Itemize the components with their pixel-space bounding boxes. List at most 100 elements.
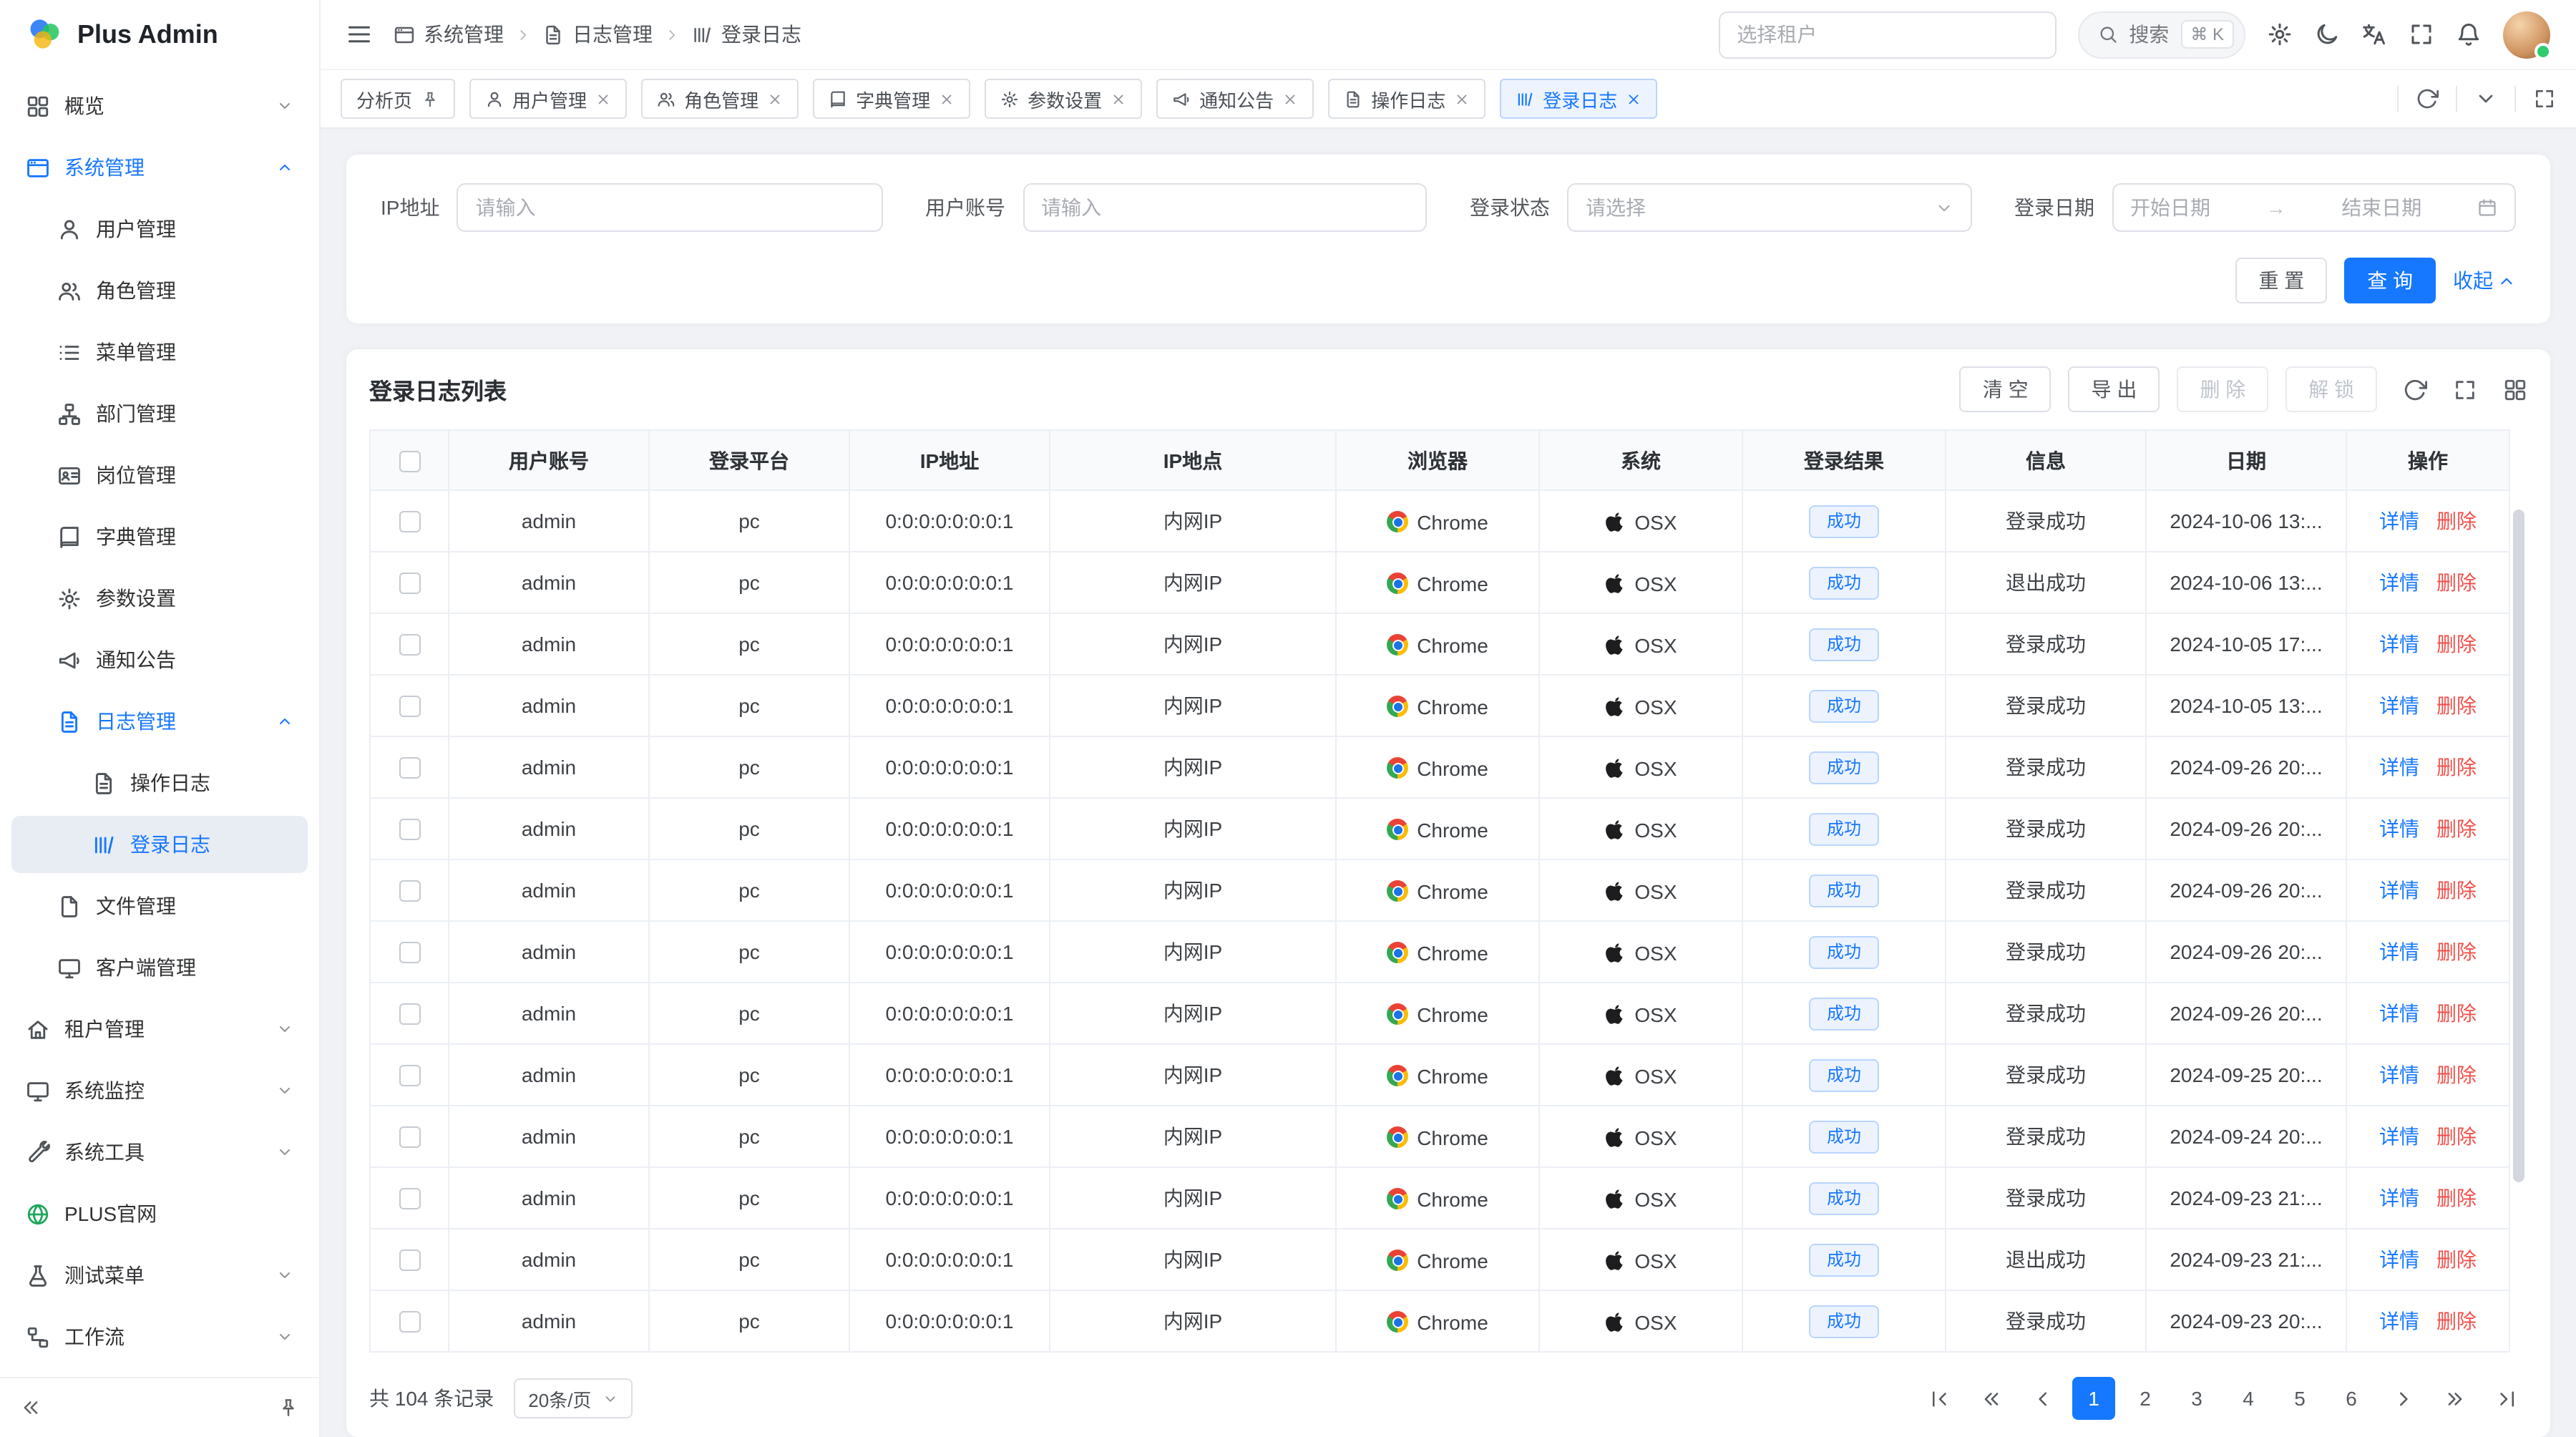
page-button[interactable]: 2 bbox=[2124, 1377, 2167, 1420]
sidebar-item[interactable]: 客户端管理 bbox=[11, 939, 308, 996]
collapse-filters-link[interactable]: 收起 bbox=[2453, 266, 2516, 295]
pin-sidebar-icon[interactable] bbox=[278, 1397, 299, 1418]
detail-link[interactable]: 详情 bbox=[2379, 817, 2419, 840]
export-button[interactable]: 导 出 bbox=[2069, 366, 2160, 412]
first-page-button[interactable] bbox=[1918, 1377, 1961, 1420]
ip-input[interactable] bbox=[457, 183, 882, 232]
last-page-button[interactable] bbox=[2484, 1377, 2527, 1420]
tenant-select-input[interactable] bbox=[1718, 11, 2056, 58]
fullscreen-icon[interactable] bbox=[2409, 21, 2434, 47]
pin-icon[interactable] bbox=[421, 89, 439, 108]
breadcrumb-item[interactable]: 系统管理 bbox=[394, 20, 504, 49]
delete-link[interactable]: 删除 bbox=[2436, 694, 2477, 717]
delete-link[interactable]: 删除 bbox=[2436, 510, 2477, 532]
tab-item[interactable]: 操作日志 bbox=[1328, 79, 1485, 119]
account-input[interactable] bbox=[1023, 183, 1427, 232]
dark-mode-moon-icon[interactable] bbox=[2314, 21, 2340, 47]
notifications-bell-icon[interactable] bbox=[2456, 21, 2482, 47]
language-translate-icon[interactable] bbox=[2361, 21, 2387, 47]
sidebar-item[interactable]: 系统监控 bbox=[11, 1062, 308, 1119]
tab-options-chevron-icon[interactable] bbox=[2474, 87, 2497, 110]
sidebar-item[interactable]: 通知公告 bbox=[11, 631, 308, 688]
menu-toggle-icon[interactable] bbox=[346, 21, 372, 47]
logo[interactable]: Plus Admin bbox=[0, 0, 319, 69]
delete-link[interactable]: 删除 bbox=[2436, 756, 2477, 779]
row-checkbox[interactable] bbox=[399, 1066, 420, 1087]
sidebar-item[interactable]: 登录日志 bbox=[11, 816, 308, 873]
refresh-page-icon[interactable] bbox=[2416, 87, 2439, 110]
close-tab-icon[interactable] bbox=[1454, 91, 1470, 107]
delete-link[interactable]: 删除 bbox=[2436, 633, 2477, 656]
reset-button[interactable]: 重 置 bbox=[2235, 258, 2327, 303]
detail-link[interactable]: 详情 bbox=[2379, 633, 2419, 656]
row-checkbox[interactable] bbox=[399, 758, 420, 779]
global-search-button[interactable]: 搜索 ⌘ K bbox=[2077, 11, 2245, 58]
prev-page-button[interactable] bbox=[2021, 1377, 2064, 1420]
unlock-button[interactable]: 解 锁 bbox=[2285, 366, 2377, 412]
detail-link[interactable]: 详情 bbox=[2379, 1310, 2419, 1333]
sidebar-item[interactable]: 租户管理 bbox=[11, 1000, 308, 1058]
sidebar-item[interactable]: 菜单管理 bbox=[11, 323, 308, 381]
tab-item[interactable]: 分析页 bbox=[341, 79, 455, 119]
close-tab-icon[interactable] bbox=[595, 91, 611, 107]
detail-link[interactable]: 详情 bbox=[2379, 694, 2419, 717]
date-range-picker[interactable]: 开始日期 → 结束日期 bbox=[2112, 183, 2516, 232]
sidebar-item[interactable]: 系统管理 bbox=[11, 139, 308, 196]
detail-link[interactable]: 详情 bbox=[2379, 510, 2419, 532]
row-checkbox[interactable] bbox=[399, 635, 420, 656]
table-fullscreen-icon[interactable] bbox=[2453, 377, 2477, 401]
tab-item[interactable]: 通知公告 bbox=[1156, 79, 1314, 119]
user-avatar[interactable] bbox=[2503, 11, 2550, 58]
close-tab-icon[interactable] bbox=[767, 91, 783, 107]
tab-item[interactable]: 用户管理 bbox=[469, 79, 627, 119]
content-fullscreen-icon[interactable] bbox=[2533, 87, 2556, 110]
row-checkbox[interactable] bbox=[399, 819, 420, 841]
page-button[interactable]: 5 bbox=[2278, 1377, 2321, 1420]
delete-link[interactable]: 删除 bbox=[2436, 1310, 2477, 1333]
detail-link[interactable]: 详情 bbox=[2379, 940, 2419, 963]
page-size-select[interactable]: 20条/页 bbox=[514, 1378, 633, 1418]
tab-item[interactable]: 参数设置 bbox=[985, 79, 1142, 119]
sidebar-item[interactable]: 用户管理 bbox=[11, 200, 308, 258]
collapse-sidebar-icon[interactable] bbox=[20, 1397, 42, 1418]
delete-link[interactable]: 删除 bbox=[2436, 1002, 2477, 1025]
tab-item[interactable]: 字典管理 bbox=[813, 79, 970, 119]
sidebar-item[interactable]: 概览 bbox=[11, 77, 308, 135]
page-button[interactable]: 6 bbox=[2330, 1377, 2373, 1420]
close-tab-icon[interactable] bbox=[1111, 91, 1126, 107]
breadcrumb-item[interactable]: 日志管理 bbox=[542, 20, 653, 49]
delete-link[interactable]: 删除 bbox=[2436, 817, 2477, 840]
delete-link[interactable]: 删除 bbox=[2436, 571, 2477, 594]
detail-link[interactable]: 详情 bbox=[2379, 756, 2419, 779]
delete-button[interactable]: 删 除 bbox=[2177, 366, 2268, 412]
sidebar-item[interactable]: 岗位管理 bbox=[11, 447, 308, 504]
row-checkbox[interactable] bbox=[399, 1250, 420, 1272]
row-checkbox[interactable] bbox=[399, 1004, 420, 1026]
row-checkbox[interactable] bbox=[399, 512, 420, 533]
refresh-table-icon[interactable] bbox=[2403, 377, 2427, 401]
table-scrollbar[interactable] bbox=[2513, 510, 2524, 1182]
sidebar-item[interactable]: PLUS官网 bbox=[11, 1185, 308, 1242]
close-tab-icon[interactable] bbox=[1626, 91, 1641, 107]
close-tab-icon[interactable] bbox=[939, 91, 955, 107]
row-checkbox[interactable] bbox=[399, 881, 420, 902]
jump-back-button[interactable] bbox=[1969, 1377, 2012, 1420]
clear-button[interactable]: 清 空 bbox=[1960, 366, 2051, 412]
row-checkbox[interactable] bbox=[399, 1127, 420, 1149]
row-checkbox[interactable] bbox=[399, 1312, 420, 1333]
delete-link[interactable]: 删除 bbox=[2436, 1187, 2477, 1209]
detail-link[interactable]: 详情 bbox=[2379, 1248, 2419, 1271]
delete-link[interactable]: 删除 bbox=[2436, 1125, 2477, 1148]
next-page-button[interactable] bbox=[2381, 1377, 2424, 1420]
breadcrumb-item[interactable]: 登录日志 bbox=[691, 20, 801, 49]
query-button[interactable]: 查 询 bbox=[2344, 258, 2436, 303]
page-button[interactable]: 3 bbox=[2175, 1377, 2218, 1420]
settings-gear-icon[interactable] bbox=[2267, 21, 2293, 47]
sidebar-item[interactable]: 参数设置 bbox=[11, 570, 308, 627]
detail-link[interactable]: 详情 bbox=[2379, 879, 2419, 902]
sidebar-item[interactable]: 日志管理 bbox=[11, 693, 308, 750]
detail-link[interactable]: 详情 bbox=[2379, 1063, 2419, 1086]
delete-link[interactable]: 删除 bbox=[2436, 940, 2477, 963]
delete-link[interactable]: 删除 bbox=[2436, 1063, 2477, 1086]
column-settings-icon[interactable] bbox=[2503, 377, 2527, 401]
